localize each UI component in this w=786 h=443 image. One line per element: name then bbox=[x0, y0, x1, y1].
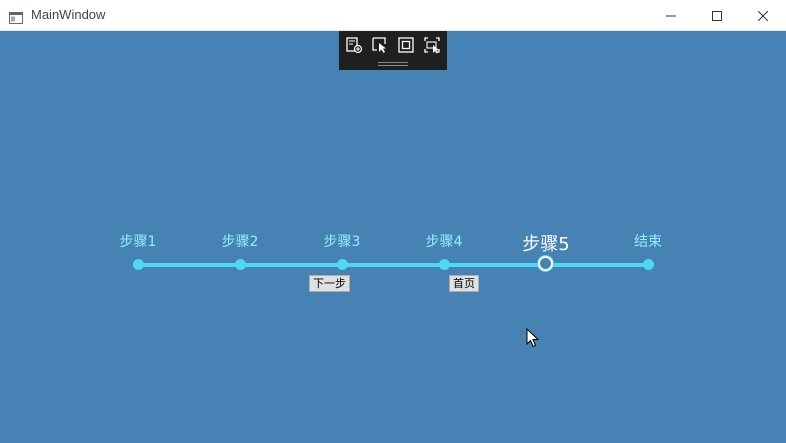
display-layout-adorners-button[interactable] bbox=[396, 37, 416, 57]
step-1-dot bbox=[133, 259, 144, 270]
step-end-label: 结束 bbox=[634, 234, 662, 250]
minimize-icon bbox=[666, 6, 676, 25]
next-step-button[interactable]: 下一步 bbox=[309, 275, 350, 292]
select-element-button[interactable] bbox=[370, 37, 390, 57]
maximize-icon bbox=[712, 6, 722, 25]
step-3-label: 步骤3 bbox=[323, 234, 361, 250]
step-2-label: 步骤2 bbox=[221, 234, 259, 250]
app-window-icon bbox=[9, 9, 23, 24]
live-visual-tree-button[interactable] bbox=[344, 37, 364, 57]
title-bar: MainWindow bbox=[0, 0, 786, 31]
minimize-button[interactable] bbox=[648, 0, 694, 30]
step-5-label: 步骤5 bbox=[522, 234, 570, 255]
select-element-icon bbox=[371, 36, 389, 58]
display-layout-adorners-icon bbox=[397, 36, 415, 58]
step-5-current-dot bbox=[538, 256, 553, 271]
step-4-dot bbox=[439, 259, 450, 270]
step-2-dot bbox=[235, 259, 246, 270]
maximize-button[interactable] bbox=[694, 0, 740, 30]
close-button[interactable] bbox=[740, 0, 786, 30]
debug-toolbar bbox=[339, 31, 447, 70]
step-end-dot bbox=[643, 259, 654, 270]
track-focus-button[interactable] bbox=[422, 37, 442, 57]
step-3-dot bbox=[337, 259, 348, 270]
step-1-label: 步骤1 bbox=[119, 234, 157, 250]
live-visual-tree-icon bbox=[345, 36, 363, 58]
track-focus-icon bbox=[423, 36, 441, 58]
stepper-track bbox=[138, 263, 648, 267]
step-4-label: 步骤4 bbox=[425, 234, 463, 250]
mouse-cursor-icon bbox=[526, 327, 540, 352]
close-icon bbox=[757, 6, 769, 25]
toolbar-grip[interactable] bbox=[378, 62, 408, 66]
home-button[interactable]: 首页 bbox=[449, 275, 479, 292]
window-title: MainWindow bbox=[31, 7, 106, 22]
main-content: 步骤1 步骤2 步骤3 步骤4 步骤5 结束 下一步 首页 bbox=[0, 31, 786, 443]
